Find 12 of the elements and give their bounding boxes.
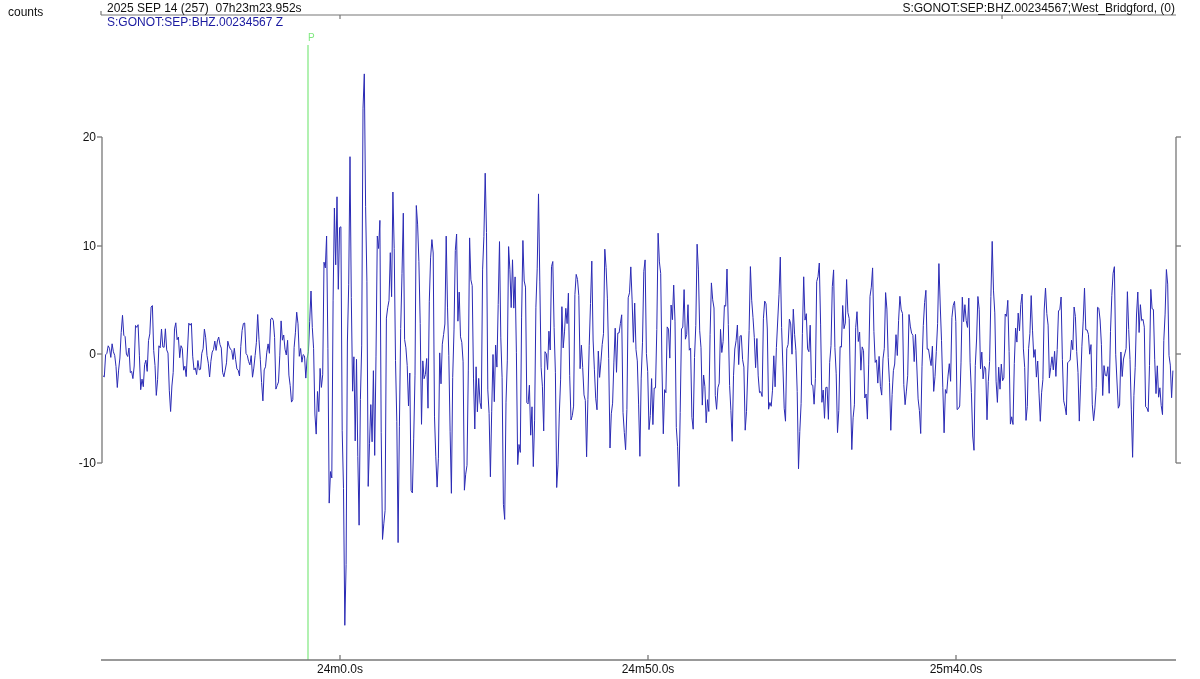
y-tick-label: -10: [78, 456, 96, 470]
trace-label: S:GONOT:SEP:BHZ.00234567 Z: [107, 15, 284, 29]
phase-pick-label: P: [308, 32, 315, 43]
x-tick-label: 24m50.0s: [621, 662, 675, 676]
y-tick-label: 0: [89, 347, 96, 361]
x-tick-label: 24m0.0s: [317, 662, 363, 676]
station-label: S:GONOT:SEP:BHZ.00234567;West_Bridgford, (0): [902, 1, 1175, 15]
y-tick-label: 20: [82, 130, 96, 144]
y-axis-title: counts: [8, 5, 44, 19]
start-time-label: 2025 SEP 14 (257) 07h23m23.952s: [107, 1, 302, 15]
x-tick-label: 25m40.0s: [929, 662, 983, 676]
y-tick-label: 10: [82, 239, 96, 253]
